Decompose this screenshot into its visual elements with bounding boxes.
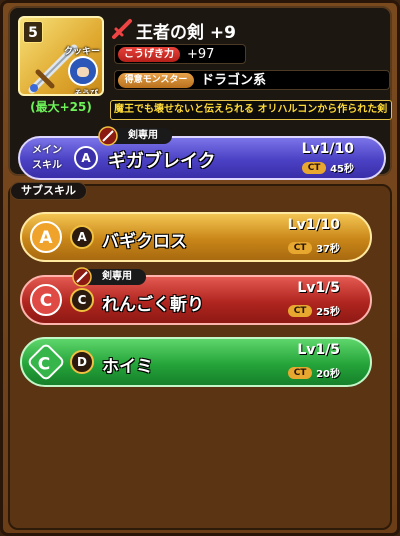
main-skill-row[interactable]: メイン スキル 剣専用 A ギガブレイク Lv1/10 CT 45秒: [18, 126, 386, 180]
main-skill-label: メイン スキル: [32, 145, 62, 171]
weapon-thumbnail[interactable]: 5 クッキー そうび: [18, 16, 104, 96]
ct-tag: CT: [288, 304, 313, 317]
sub-skill-row[interactable]: A A バギクロス Lv1/10 CT 37秒: [20, 212, 372, 262]
skill-ct: CT 20秒: [288, 365, 340, 380]
rank-badge: C: [26, 342, 66, 382]
weapon-description: 魔王でも壊せないと伝えられる オリハルコンから作られた剣: [110, 100, 392, 120]
sword-category-icon: [112, 19, 132, 39]
sub-skill-row[interactable]: C D ホイミ Lv1/5 CT 20秒: [20, 337, 372, 387]
weapon-title: 王者の剣 +9: [136, 23, 236, 43]
skill-name: バギクロス: [102, 232, 187, 252]
specialty-value: ドラゴン系: [201, 73, 267, 88]
ct-tag: CT: [288, 366, 313, 379]
ct-value: 20秒: [316, 369, 340, 380]
ct-tag: CT: [302, 161, 327, 174]
skill-level: Lv1/5: [297, 342, 340, 358]
grade-badge: C: [70, 288, 94, 312]
attack-label: こうげき力: [118, 47, 180, 62]
monster-avatar: [68, 56, 98, 86]
attack-value: +97: [187, 47, 215, 62]
main-skill-ct: CT 45秒: [302, 160, 354, 175]
sword-exclusive-icon: [98, 126, 118, 146]
sub-skill-row[interactable]: 剣専用 C C れんごく斬り Lv1/5 CT 25秒: [20, 267, 372, 325]
exclusive-label: 剣専用: [128, 130, 158, 141]
grade-badge: A: [70, 225, 94, 249]
rank-badge: A: [30, 221, 62, 253]
skill-name: れんごく斬り: [102, 295, 204, 315]
ct-value: 37秒: [316, 244, 340, 255]
main-skill-grade: A: [74, 146, 98, 170]
rank-badge: C: [30, 284, 62, 316]
skill-ct: CT 25秒: [288, 303, 340, 318]
main-skill-level: Lv1/10: [301, 141, 354, 157]
max-bonus: (最大+25): [30, 100, 92, 114]
monster-equip-label: そうび: [74, 89, 98, 96]
specialty-stat: 得意モンスター ドラゴン系: [114, 70, 390, 90]
grade-badge: D: [70, 350, 94, 374]
skill-ct: CT 37秒: [288, 240, 340, 255]
exclusive-label: 剣専用: [102, 271, 132, 282]
ct-value: 25秒: [316, 307, 340, 318]
ct-value: 45秒: [330, 164, 354, 175]
specialty-label: 得意モンスター: [118, 73, 194, 88]
skill-level: Lv1/5: [297, 280, 340, 296]
skill-name: ホイミ: [102, 357, 153, 377]
sword-exclusive-icon: [72, 267, 92, 287]
weapon-header: 5 クッキー そうび (最大+25) 王者の剣 +9 こうげき力 +97 得意モ…: [8, 6, 392, 180]
main-skill-name: ギガブレイク: [108, 151, 216, 172]
attack-stat: こうげき力 +97: [114, 44, 246, 64]
skill-level: Lv1/10: [287, 217, 340, 233]
ct-tag: CT: [288, 241, 313, 254]
sub-skills-title: サブスキル: [10, 182, 87, 200]
